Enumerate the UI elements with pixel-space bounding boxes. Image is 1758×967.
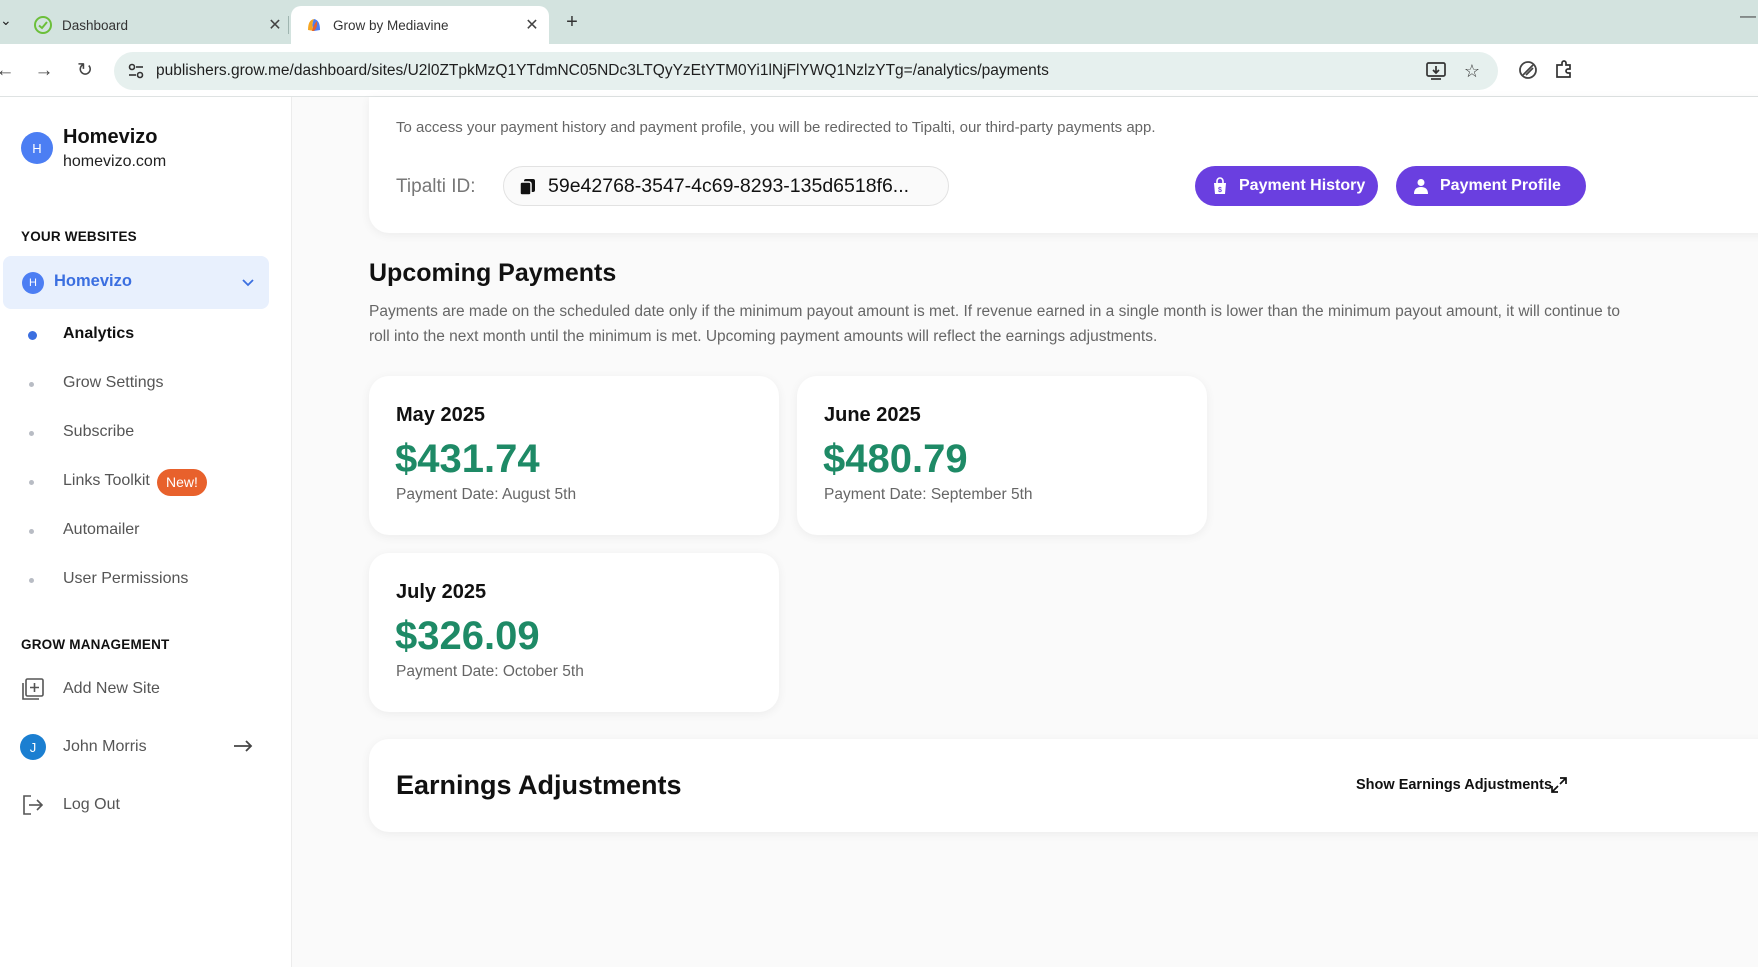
earnings-adjustments-title: Earnings Adjustments xyxy=(396,770,682,800)
bullet-dot-icon xyxy=(29,431,34,436)
redirect-notice: To access your payment history and payme… xyxy=(396,119,1156,136)
earnings-adjustments-card: Earnings Adjustments Show Earnings Adjus… xyxy=(369,739,1758,832)
site-selector[interactable]: H Homevizo xyxy=(3,256,269,309)
shopping-bag-icon: $ xyxy=(1211,177,1229,195)
user-name: John Morris xyxy=(63,738,147,755)
payment-month: June 2025 xyxy=(824,404,921,426)
payment-date: Payment Date: October 5th xyxy=(396,663,584,680)
payment-history-label: Payment History xyxy=(1239,177,1366,194)
tipalti-id-field[interactable]: 59e42768-3547-4c69-8293-135d6518f6... xyxy=(503,166,949,206)
payment-card-may-2025: May 2025 $431.74 Payment Date: August 5t… xyxy=(369,376,779,535)
upcoming-payments-heading: Upcoming Payments xyxy=(369,259,617,287)
bullet-dot-icon xyxy=(29,578,34,583)
browser-toolbar: ← → ↻ publishers.grow.me/dashboard/sites… xyxy=(0,44,1758,97)
bullet-dot-icon xyxy=(29,382,34,387)
grow-logo-icon xyxy=(305,16,323,34)
sidebar-item-label: Analytics xyxy=(63,325,135,342)
sidebar-item-links-toolkit[interactable]: Links Toolkit New! xyxy=(0,464,290,500)
sidebar-item-label: User Permissions xyxy=(63,570,189,587)
payment-profile-label: Payment Profile xyxy=(1440,177,1561,194)
log-out-button[interactable]: Log Out xyxy=(0,785,290,825)
arrow-right-icon[interactable] xyxy=(232,735,254,757)
tab-divider xyxy=(288,16,289,34)
close-icon[interactable]: ✕ xyxy=(519,15,545,35)
sidebar: H Homevizo homevizo.com YOUR WEBSITES H … xyxy=(0,97,292,967)
sidebar-item-label: Subscribe xyxy=(63,423,135,440)
sidebar-item-label: Links Toolkit xyxy=(63,472,150,489)
dashboard-check-icon xyxy=(34,16,52,34)
tab-dashboard[interactable]: Dashboard ✕ xyxy=(20,6,292,44)
new-tab-plus-icon[interactable]: + xyxy=(560,9,584,35)
tipalti-id-label: Tipalti ID: xyxy=(396,176,476,197)
sidebar-item-automailer[interactable]: Automailer xyxy=(0,513,290,549)
back-icon[interactable]: ← xyxy=(0,58,18,84)
upcoming-payments-description: Payments are made on the scheduled date … xyxy=(369,299,1754,349)
site-selector-name: Homevizo xyxy=(54,272,132,290)
sidebar-item-label: Grow Settings xyxy=(63,374,164,391)
reload-icon[interactable]: ↻ xyxy=(72,58,98,84)
log-out-label: Log Out xyxy=(63,796,120,813)
install-app-icon[interactable] xyxy=(1425,60,1447,82)
user-avatar: J xyxy=(20,734,46,760)
payment-history-button[interactable]: $ Payment History xyxy=(1195,166,1378,206)
svg-text:$: $ xyxy=(1218,187,1222,194)
site-avatar: H xyxy=(21,132,53,164)
site-info-icon[interactable] xyxy=(124,59,148,83)
payment-month: May 2025 xyxy=(396,404,485,426)
add-site-icon xyxy=(21,677,45,701)
show-earnings-adjustments-toggle[interactable]: Show Earnings Adjustments xyxy=(1356,777,1552,793)
user-account-row[interactable]: J John Morris xyxy=(0,727,290,767)
log-out-icon xyxy=(21,793,45,817)
payments-access-card: To access your payment history and payme… xyxy=(369,97,1758,233)
tab-search-chevron-icon[interactable]: ⌄ xyxy=(0,12,12,32)
payment-card-june-2025: June 2025 $480.79 Payment Date: Septembe… xyxy=(797,376,1207,535)
expand-icon[interactable] xyxy=(1550,776,1568,794)
bullet-dot-icon xyxy=(29,529,34,534)
close-icon[interactable]: ✕ xyxy=(262,15,288,35)
sidebar-item-user-permissions[interactable]: User Permissions xyxy=(0,562,290,598)
site-name: Homevizo xyxy=(63,126,158,148)
active-dot-icon xyxy=(28,331,37,340)
tab-title: Grow by Mediavine xyxy=(333,17,449,33)
minimize-window-icon[interactable]: — xyxy=(1740,8,1756,26)
tab-grow-by-mediavine[interactable]: Grow by Mediavine ✕ xyxy=(291,6,549,44)
payment-amount: $431.74 xyxy=(395,437,540,481)
payment-profile-button[interactable]: Payment Profile xyxy=(1396,166,1586,206)
grow-management-heading: GROW MANAGEMENT xyxy=(21,637,170,652)
extension-icon[interactable] xyxy=(1516,59,1540,83)
url-text[interactable]: publishers.grow.me/dashboard/sites/U2l0Z… xyxy=(156,62,1049,80)
tab-title: Dashboard xyxy=(62,17,129,33)
address-bar[interactable]: publishers.grow.me/dashboard/sites/U2l0Z… xyxy=(114,52,1498,90)
payment-card-july-2025: July 2025 $326.09 Payment Date: October … xyxy=(369,553,779,712)
payment-amount: $480.79 xyxy=(823,437,968,481)
sidebar-item-analytics[interactable]: Analytics xyxy=(0,317,290,353)
sidebar-item-grow-settings[interactable]: Grow Settings xyxy=(0,366,290,402)
description-line: Payments are made on the scheduled date … xyxy=(369,303,1620,320)
user-icon xyxy=(1412,177,1430,195)
tipalti-id-value: 59e42768-3547-4c69-8293-135d6518f6... xyxy=(548,175,910,197)
sidebar-item-label: Automailer xyxy=(63,521,140,538)
chevron-down-icon xyxy=(239,270,257,294)
sidebar-item-subscribe[interactable]: Subscribe xyxy=(0,415,290,451)
bookmark-star-icon[interactable]: ☆ xyxy=(1461,60,1483,82)
new-badge: New! xyxy=(157,469,207,496)
your-websites-heading: YOUR WEBSITES xyxy=(21,229,137,244)
payment-date: Payment Date: September 5th xyxy=(824,486,1033,503)
copy-icon[interactable] xyxy=(518,177,538,197)
description-line: roll into the next month until the minim… xyxy=(369,328,1158,345)
add-new-site-button[interactable]: Add New Site xyxy=(0,669,290,709)
site-domain: homevizo.com xyxy=(63,153,167,170)
bullet-dot-icon xyxy=(29,480,34,485)
payment-month: July 2025 xyxy=(396,581,487,603)
payment-amount: $326.09 xyxy=(395,614,540,658)
forward-icon[interactable]: → xyxy=(31,58,57,84)
add-new-site-label: Add New Site xyxy=(63,680,160,697)
puzzle-icon[interactable] xyxy=(1552,59,1576,83)
payment-date: Payment Date: August 5th xyxy=(396,486,577,503)
browser-tab-strip: ⌄ Dashboard ✕ Grow by Mediavine ✕ + — xyxy=(0,0,1758,44)
site-selector-avatar: H xyxy=(22,272,44,294)
